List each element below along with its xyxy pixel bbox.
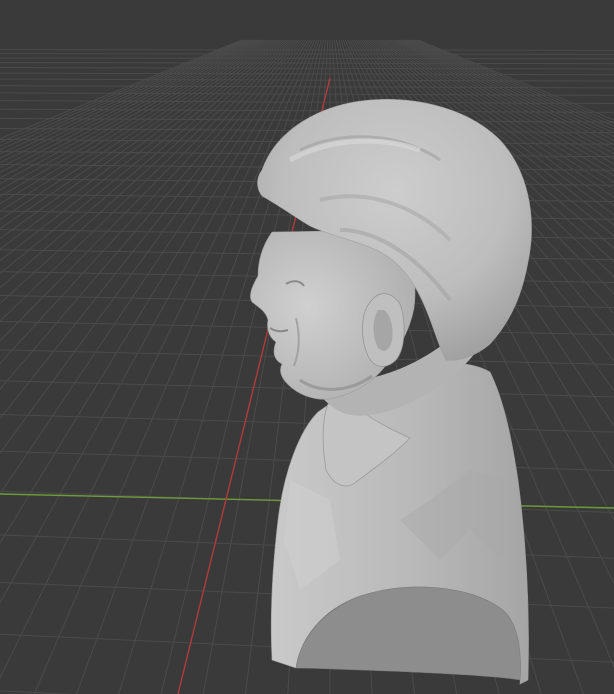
grid-line-horizontal: [0, 53, 614, 55]
viewport-canvas[interactable]: [0, 0, 614, 694]
3d-viewport[interactable]: [0, 0, 614, 694]
